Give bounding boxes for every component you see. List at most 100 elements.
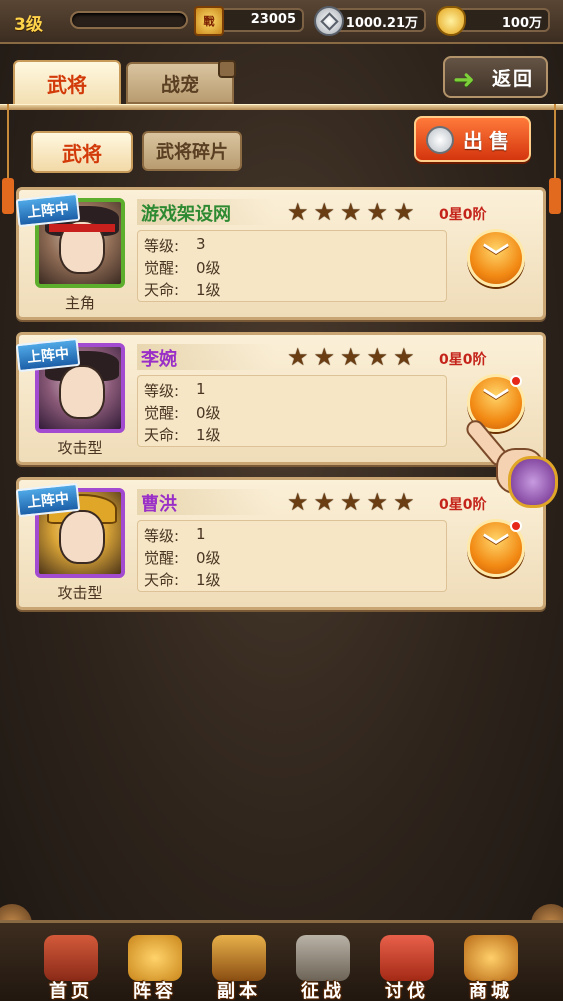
back-arrow-icon: ➜ (453, 65, 475, 95)
nav-expedition[interactable]: 征战 (282, 935, 364, 1001)
star-icon: ★ (287, 343, 309, 371)
gold-value: 100万 (501, 16, 542, 31)
nav-dungeon[interactable]: 副本 (198, 935, 280, 1001)
stat-level-value: 1 (196, 525, 206, 543)
player-level: 3级 (14, 15, 43, 35)
hero-role: 攻击型 (57, 584, 103, 602)
star-icon: ★ (313, 488, 336, 516)
stat-awaken-label: 觉醒: (144, 404, 180, 422)
stat-level-value: 3 (196, 235, 206, 253)
notification-dot (510, 375, 522, 387)
star-rating: ★ ★ ★ ★ ★ (287, 345, 415, 369)
experience-bar (70, 11, 188, 29)
nav-crusade[interactable]: 讨伐 (366, 935, 448, 1001)
gold-display: 100万 (436, 6, 550, 36)
hero-stats: 等级: 1 觉醒: 0级 天命: 1级 (137, 375, 447, 447)
team-icon (128, 935, 182, 981)
stat-awaken: 觉醒: 0级 (144, 402, 221, 423)
chevron-down-icon: ﹀ (482, 533, 509, 563)
tab-pets[interactable]: 战宠 (126, 60, 236, 104)
star-icon: ★ (287, 198, 309, 226)
star-icon: ★ (366, 488, 389, 516)
home-icon (44, 935, 98, 981)
stat-awaken-value: 0级 (196, 549, 221, 567)
chevron-down-icon: ﹀ (482, 243, 509, 273)
return-button[interactable]: ➜ 返回 (443, 56, 548, 98)
hero-stats: 等级: 1 觉醒: 0级 天命: 1级 (137, 520, 447, 592)
notification-dot (510, 520, 522, 532)
stat-level: 等级: 3 (144, 235, 206, 256)
hero-name: 曹洪 (141, 494, 177, 515)
star-icon: ★ (393, 488, 415, 516)
power-value: 23005 (250, 12, 296, 27)
nav-dungeon-label: 副本 (217, 981, 261, 1001)
hero-role: 主角 (64, 294, 95, 312)
shop-icon (464, 935, 518, 981)
stat-destiny-value: 1级 (196, 281, 221, 299)
expedition-icon (296, 935, 350, 981)
expand-button[interactable]: ﹀ (467, 519, 525, 577)
lock-icon (218, 60, 236, 78)
star-icon: ★ (366, 343, 389, 371)
nav-home-label: 首页 (49, 981, 93, 1001)
stat-destiny-label: 天命: (144, 426, 180, 444)
hero-rank: 0星0阶 (439, 352, 487, 368)
stat-destiny-value: 1级 (196, 571, 221, 589)
hero-headband (49, 224, 115, 232)
hero-face (59, 365, 105, 419)
tab-rail (0, 104, 563, 110)
nav-crusade-label: 讨伐 (385, 981, 429, 1001)
star-icon: ★ (366, 198, 389, 226)
stat-level-value: 1 (196, 380, 206, 398)
sell-button[interactable]: 出售 (414, 116, 531, 162)
stat-level: 等级: 1 (144, 525, 206, 546)
stat-awaken-label: 觉醒: (144, 549, 180, 567)
expand-button[interactable]: ﹀ (467, 229, 525, 287)
stat-destiny: 天命: 1级 (144, 569, 221, 590)
gold-ingot-icon (436, 6, 466, 36)
star-icon: ★ (313, 343, 336, 371)
stat-awaken-value: 0级 (196, 259, 221, 277)
stat-awaken-value: 0级 (196, 404, 221, 422)
tab-pets-label: 战宠 (160, 73, 199, 96)
star-icon: ★ (340, 488, 362, 516)
coin-icon (426, 126, 454, 154)
hand-cuff (508, 456, 558, 508)
stat-level: 等级: 1 (144, 380, 206, 401)
stat-destiny: 天命: 1级 (144, 279, 221, 300)
star-icon: ★ (393, 343, 415, 371)
stat-awaken: 觉醒: 0级 (144, 547, 221, 568)
stat-level-label: 等级: (144, 237, 180, 255)
stat-level-label: 等级: (144, 527, 180, 545)
star-icon: ★ (340, 343, 362, 371)
nav-team[interactable]: 阵容 (114, 935, 196, 1001)
hero-role: 攻击型 (57, 439, 103, 457)
hero-card[interactable]: 上阵中 攻击型 李婉 ★ ★ ★ ★ ★ 0星0阶 等级: 1 觉醒: 0级 天命:… (15, 332, 546, 465)
dungeon-icon (212, 935, 266, 981)
star-icon: ★ (313, 198, 336, 226)
subtab-general-fragments[interactable]: 武将碎片 (142, 131, 242, 171)
stat-awaken-label: 觉醒: (144, 259, 180, 277)
silver-display: 1000.21万 (314, 6, 426, 36)
stat-destiny: 天命: 1级 (144, 424, 221, 445)
hero-card[interactable]: 上阵中 主角 游戏架设网 ★ ★ ★ ★ ★ 0星0阶 等级: 3 觉醒: 0级 天… (15, 187, 546, 320)
stat-destiny-label: 天命: (144, 571, 180, 589)
nav-shop[interactable]: 商城 (450, 935, 532, 1001)
subtab-generals[interactable]: 武将 (31, 131, 133, 173)
nav-home[interactable]: 首页 (30, 935, 112, 1001)
tab-generals[interactable]: 武将 (13, 60, 121, 106)
hero-card[interactable]: 上阵中 攻击型 曹洪 ★ ★ ★ ★ ★ 0星0阶 等级: 1 觉醒: 0级 天命:… (15, 477, 546, 610)
star-icon: ★ (393, 198, 415, 226)
star-rating: ★ ★ ★ ★ ★ (287, 200, 415, 224)
stat-destiny-value: 1级 (196, 426, 221, 444)
power-display: 戰 23005 (194, 6, 304, 36)
tassel-left (2, 104, 14, 214)
sell-label: 出售 (463, 128, 515, 153)
hero-rank: 0星0阶 (439, 207, 487, 223)
hero-name: 游戏架设网 (141, 204, 231, 225)
silver-value: 1000.21万 (345, 16, 418, 31)
hero-name: 李婉 (141, 349, 177, 370)
silver-coin-icon (314, 6, 344, 36)
nav-team-label: 阵容 (133, 981, 177, 1001)
hero-stats: 等级: 3 觉醒: 0级 天命: 1级 (137, 230, 447, 302)
